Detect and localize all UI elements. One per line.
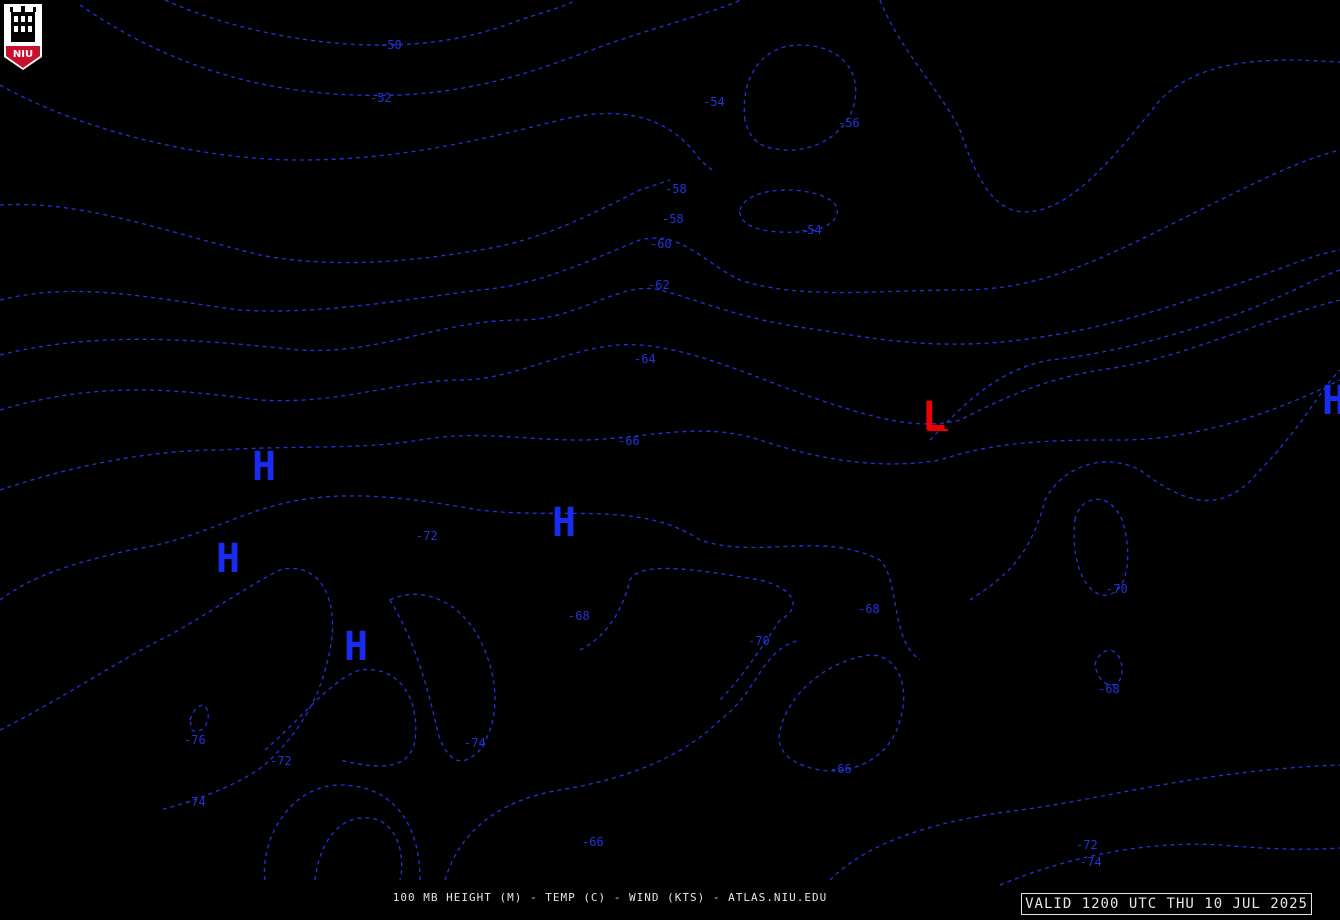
contour-labels: -50 -52 -54 -56 -58 -58 -60 -62 -64 -66 … <box>184 38 1128 869</box>
contour-label: -62 <box>648 278 670 292</box>
contour-label: -72 <box>270 754 292 768</box>
contour-label: -56 <box>838 116 860 130</box>
high-pressure-center: H <box>1322 378 1340 424</box>
contour-label: -66 <box>582 835 604 849</box>
contour-label: -60 <box>650 237 672 251</box>
high-pressure-center: H <box>216 536 240 582</box>
contour-label: -52 <box>370 91 392 105</box>
valid-time-badge: VALID 1200 UTC THU 10 JUL 2025 <box>1021 893 1312 915</box>
contour-label: -68 <box>858 602 880 616</box>
contour-label: -66 <box>830 762 852 776</box>
high-pressure-center: H <box>252 444 276 490</box>
contour-label: -74 <box>184 795 206 809</box>
contour-label: -76 <box>184 733 206 747</box>
high-pressure-center: H <box>552 500 576 546</box>
contour-label: -72 <box>416 529 438 543</box>
contour-label: -58 <box>662 212 684 226</box>
low-pressure-center: L <box>922 394 946 440</box>
niu-tower-logo: NIU <box>4 4 42 70</box>
contour-label: -68 <box>1098 682 1120 696</box>
contour-label: -68 <box>568 609 590 623</box>
contour-label: -66 <box>618 434 640 448</box>
contour-label: -70 <box>1106 582 1128 596</box>
pressure-centers: H H H H H L <box>216 378 1340 670</box>
temperature-contours <box>0 0 1340 886</box>
contour-label: -54 <box>800 223 822 237</box>
contour-label: -72 <box>1076 838 1098 852</box>
contour-label: -50 <box>380 38 402 52</box>
contour-label: -74 <box>1080 855 1102 869</box>
contour-label: -74 <box>464 736 486 750</box>
weather-map: -50 -52 -54 -56 -58 -58 -60 -62 -64 -66 … <box>0 0 1340 886</box>
high-pressure-center: H <box>344 624 368 670</box>
contour-label: -54 <box>703 95 725 109</box>
contour-label: -70 <box>748 634 770 648</box>
logo-text: NIU <box>13 49 33 60</box>
contour-label: -64 <box>634 352 656 366</box>
contour-label: -58 <box>665 182 687 196</box>
